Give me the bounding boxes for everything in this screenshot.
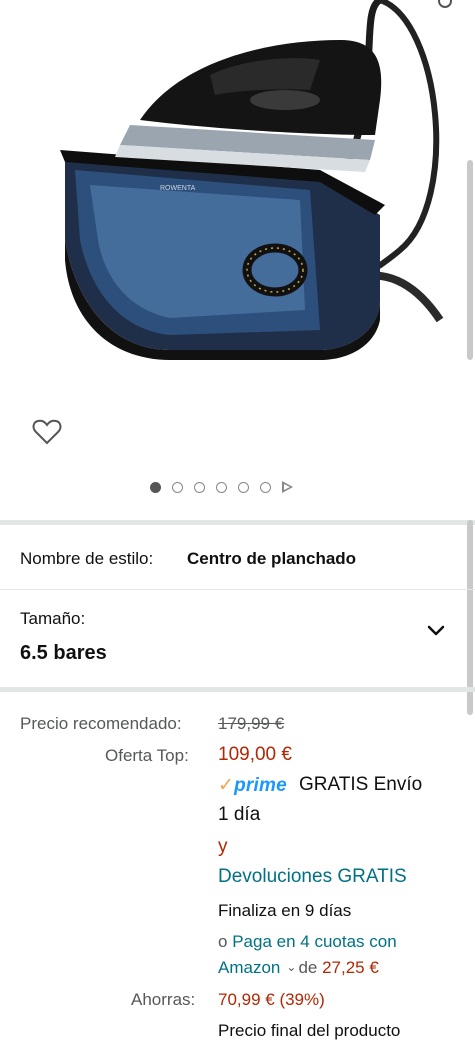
style-label: Nombre de estilo: [20,549,154,568]
shipping-days: 1 día [218,804,261,825]
scrollbar-thumb[interactable] [467,160,473,360]
prime-text: prime [234,775,287,796]
pagination-dot[interactable] [194,481,205,493]
chevron-down-icon[interactable]: ⌄ [286,960,296,974]
size-label: Tamaño: [20,609,86,628]
installments-prefix: o [218,932,228,951]
chevron-down-icon[interactable] [426,624,446,638]
style-value[interactable]: Centro de planchado [187,549,356,569]
savings-value: 70,99 € (39%) [218,990,325,1009]
recommended-price-value: 179,99 € [218,714,285,733]
installments-line: o Paga en 4 cuotas con [218,932,397,952]
size-value: 6.5 bares [20,642,107,664]
product-image-gallery[interactable]: ROWENTA [0,0,475,493]
pagination-dot[interactable] [216,481,227,493]
section-divider [0,687,475,692]
offer-label: Oferta Top: [105,746,189,765]
installments-link-amazon[interactable]: Amazon [218,958,280,977]
section-divider [0,520,475,525]
installments-line-2: Amazon ⌄ de 27,25 € [218,958,379,978]
installments-de: de [298,958,318,977]
pagination-dot-active[interactable] [150,481,161,493]
savings-label: Ahorras: [131,990,196,1009]
deal-ends-text: Finaliza en 9 días [218,901,352,920]
check-icon: ✓ [218,775,235,796]
pagination-dot[interactable] [260,481,271,493]
brand-mark: ROWENTA [160,185,196,192]
image-pagination[interactable] [150,479,293,495]
size-selector[interactable]: Tamaño: 6.5 bares [0,590,475,686]
and-text: y [218,836,228,857]
installments-link[interactable]: Paga en 4 cuotas con [232,932,396,951]
offer-price: 109,00 € [218,744,292,765]
installments-amount: 27,25 € [322,958,379,977]
prime-badge: ✓prime [218,774,287,797]
pagination-dot[interactable] [238,481,249,493]
heart-icon[interactable] [32,418,62,446]
pagination-dot[interactable] [172,481,183,493]
shipping-text: GRATIS Envío [299,774,423,795]
free-returns-link[interactable]: Devoluciones GRATIS [218,866,407,888]
product-image[interactable]: ROWENTA [20,0,460,370]
final-price-note: Precio final del producto [218,1021,401,1040]
recommended-price-label: Precio recomendado: [20,714,182,733]
play-video-icon[interactable] [282,481,293,493]
